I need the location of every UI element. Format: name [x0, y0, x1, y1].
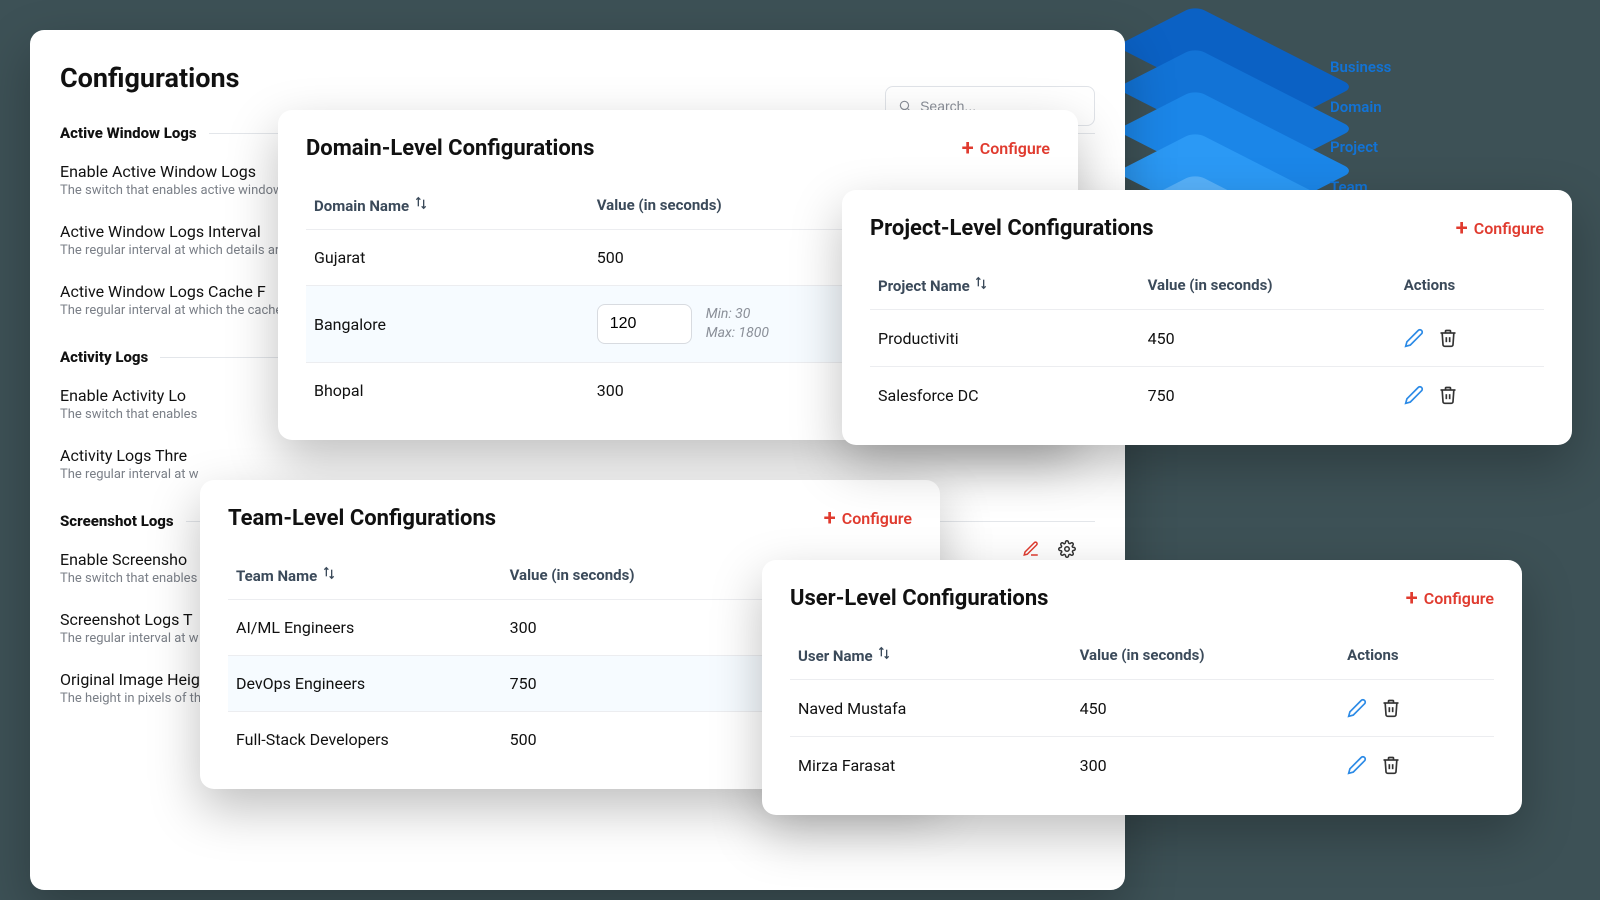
col-domain-name[interactable]: Domain Name: [306, 181, 589, 230]
layer-label-domain: Domain: [1330, 98, 1391, 116]
user-name-cell: Mirza Farasat: [790, 737, 1072, 794]
sort-icon: [413, 195, 429, 211]
configure-label: Configure: [1474, 219, 1544, 238]
trash-icon: [1438, 328, 1458, 348]
pencil-icon: [1404, 385, 1424, 405]
configure-button[interactable]: + Configure: [962, 138, 1050, 160]
project-table: Project Name Value (in seconds) Actions …: [870, 261, 1544, 423]
plus-icon: +: [1406, 588, 1418, 610]
section-heading: Active Window Logs: [60, 124, 197, 142]
sort-icon: [973, 275, 989, 291]
value-cell: 750: [1140, 367, 1396, 424]
value-input[interactable]: [597, 304, 692, 344]
section-heading: Screenshot Logs: [60, 512, 174, 530]
gear-icon[interactable]: [1058, 540, 1076, 558]
col-value: Value (in seconds): [1072, 631, 1340, 680]
project-name-cell: Salesforce DC: [870, 367, 1140, 424]
configure-label: Configure: [1424, 589, 1494, 608]
edit-button[interactable]: [1404, 328, 1424, 348]
value-cell: 450: [1072, 680, 1340, 737]
edit-button[interactable]: [1404, 385, 1424, 405]
delete-button[interactable]: [1438, 385, 1458, 405]
section-heading: Activity Logs: [60, 348, 148, 366]
delete-button[interactable]: [1381, 698, 1401, 718]
project-configurations-card: Project-Level Configurations + Configure…: [842, 190, 1572, 445]
minmax-hint: Min: 30 Max: 1800: [706, 305, 769, 343]
team-name-cell: Full-Stack Developers: [228, 712, 502, 768]
domain-name-cell: Bangalore: [306, 286, 589, 363]
table-row: Naved Mustafa 450: [790, 680, 1494, 737]
setting-item: Activity Logs Thre The regular interval …: [60, 446, 1095, 482]
configure-label: Configure: [980, 139, 1050, 158]
plus-icon: +: [1456, 218, 1468, 240]
team-name-cell: AI/ML Engineers: [228, 600, 502, 656]
col-team-name[interactable]: Team Name: [228, 551, 502, 600]
delete-button[interactable]: [1438, 328, 1458, 348]
pencil-icon: [1347, 755, 1367, 775]
user-configurations-card: User-Level Configurations + Configure Us…: [762, 560, 1522, 815]
trash-icon: [1381, 755, 1401, 775]
sort-icon: [321, 565, 337, 581]
edit-button[interactable]: [1347, 755, 1367, 775]
sort-icon: [876, 645, 892, 661]
col-user-name[interactable]: User Name: [790, 631, 1072, 680]
configure-button[interactable]: + Configure: [1406, 588, 1494, 610]
pencil-icon[interactable]: [1022, 540, 1040, 558]
value-cell: 450: [1140, 310, 1396, 367]
pencil-icon: [1347, 698, 1367, 718]
user-name-cell: Naved Mustafa: [790, 680, 1072, 737]
layer-label-project: Project: [1330, 138, 1391, 156]
pencil-icon: [1404, 328, 1424, 348]
card-title: User-Level Configurations: [790, 586, 1048, 611]
col-value: Value (in seconds): [1140, 261, 1396, 310]
layer-label-business: Business: [1330, 58, 1391, 76]
col-project-name[interactable]: Project Name: [870, 261, 1140, 310]
plus-icon: +: [824, 508, 836, 530]
card-title: Domain-Level Configurations: [306, 136, 594, 161]
value-cell: 300: [1072, 737, 1340, 794]
configure-label: Configure: [842, 509, 912, 528]
team-name-cell: DevOps Engineers: [228, 656, 502, 712]
configure-button[interactable]: + Configure: [824, 508, 912, 530]
table-row: Mirza Farasat 300: [790, 737, 1494, 794]
row-actions-peek: [1022, 540, 1076, 558]
trash-icon: [1381, 698, 1401, 718]
user-table: User Name Value (in seconds) Actions Nav…: [790, 631, 1494, 793]
col-actions: Actions: [1396, 261, 1544, 310]
domain-name-cell: Bhopal: [306, 363, 589, 419]
delete-button[interactable]: [1381, 755, 1401, 775]
col-actions: Actions: [1339, 631, 1494, 680]
table-row: Productiviti 450: [870, 310, 1544, 367]
card-title: Project-Level Configurations: [870, 216, 1154, 241]
plus-icon: +: [962, 138, 974, 160]
trash-icon: [1438, 385, 1458, 405]
project-name-cell: Productiviti: [870, 310, 1140, 367]
domain-name-cell: Gujarat: [306, 230, 589, 286]
edit-button[interactable]: [1347, 698, 1367, 718]
table-row: Salesforce DC 750: [870, 367, 1544, 424]
setting-title: Activity Logs Thre: [60, 446, 1095, 465]
card-title: Team-Level Configurations: [228, 506, 496, 531]
configure-button[interactable]: + Configure: [1456, 218, 1544, 240]
